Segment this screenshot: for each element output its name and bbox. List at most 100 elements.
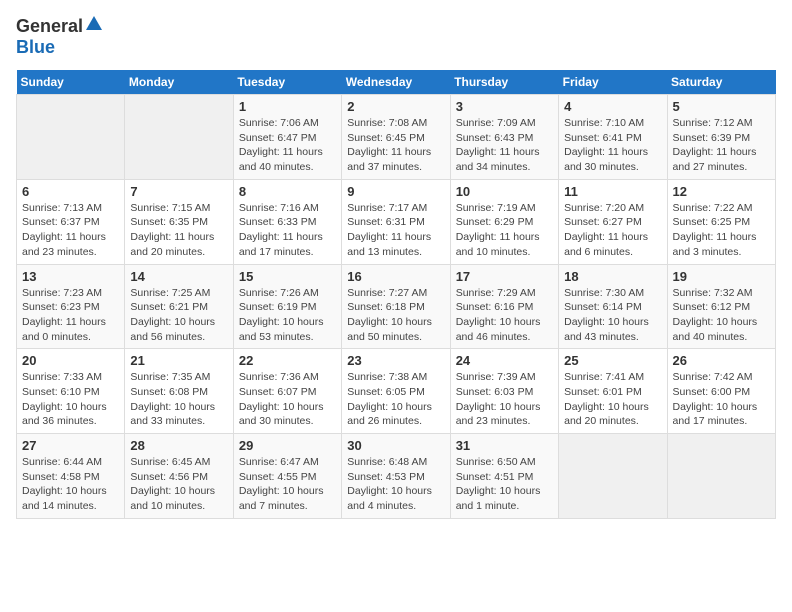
day-info: Sunrise: 7:36 AM Sunset: 6:07 PM Dayligh…	[239, 370, 336, 429]
day-info: Sunrise: 7:15 AM Sunset: 6:35 PM Dayligh…	[130, 201, 227, 260]
day-info: Sunrise: 7:13 AM Sunset: 6:37 PM Dayligh…	[22, 201, 119, 260]
day-number: 10	[456, 184, 553, 199]
day-number: 16	[347, 269, 444, 284]
day-number: 23	[347, 353, 444, 368]
day-info: Sunrise: 7:33 AM Sunset: 6:10 PM Dayligh…	[22, 370, 119, 429]
day-number: 19	[673, 269, 770, 284]
day-info: Sunrise: 7:23 AM Sunset: 6:23 PM Dayligh…	[22, 286, 119, 345]
day-number: 12	[673, 184, 770, 199]
day-number: 31	[456, 438, 553, 453]
day-number: 29	[239, 438, 336, 453]
day-number: 21	[130, 353, 227, 368]
day-info: Sunrise: 7:06 AM Sunset: 6:47 PM Dayligh…	[239, 116, 336, 175]
day-number: 9	[347, 184, 444, 199]
day-info: Sunrise: 7:32 AM Sunset: 6:12 PM Dayligh…	[673, 286, 770, 345]
day-number: 17	[456, 269, 553, 284]
day-info: Sunrise: 7:20 AM Sunset: 6:27 PM Dayligh…	[564, 201, 661, 260]
day-info: Sunrise: 7:38 AM Sunset: 6:05 PM Dayligh…	[347, 370, 444, 429]
calendar-cell: 5Sunrise: 7:12 AM Sunset: 6:39 PM Daylig…	[667, 95, 775, 180]
calendar-cell: 2 Sunrise: 7:08 AM Sunset: 6:45 PM Daylig…	[342, 95, 450, 180]
day-info: Sunrise: 7:17 AM Sunset: 6:31 PM Dayligh…	[347, 201, 444, 260]
calendar-cell: 10 Sunrise: 7:19 AM Sunset: 6:29 PM Dayli…	[450, 179, 558, 264]
calendar-cell: 22 Sunrise: 7:36 AM Sunset: 6:07 PM Dayli…	[233, 349, 341, 434]
day-info: Sunrise: 6:47 AM Sunset: 4:55 PM Dayligh…	[239, 455, 336, 514]
calendar-cell: 13 Sunrise: 7:23 AM Sunset: 6:23 PM Dayli…	[17, 264, 125, 349]
calendar-cell: 21 Sunrise: 7:35 AM Sunset: 6:08 PM Dayli…	[125, 349, 233, 434]
day-info: Sunrise: 7:35 AM Sunset: 6:08 PM Dayligh…	[130, 370, 227, 429]
calendar-cell: 28Sunrise: 6:45 AM Sunset: 4:56 PM Dayli…	[125, 434, 233, 519]
calendar-cell: 25 Sunrise: 7:41 AM Sunset: 6:01 PM Dayli…	[559, 349, 667, 434]
day-of-week-header: Thursday	[450, 70, 558, 95]
day-info: Sunrise: 7:27 AM Sunset: 6:18 PM Dayligh…	[347, 286, 444, 345]
calendar-cell: 20 Sunrise: 7:33 AM Sunset: 6:10 PM Dayli…	[17, 349, 125, 434]
logo: General Blue	[16, 16, 102, 58]
day-info: Sunrise: 7:39 AM Sunset: 6:03 PM Dayligh…	[456, 370, 553, 429]
calendar-cell: 1 Sunrise: 7:06 AM Sunset: 6:47 PM Daylig…	[233, 95, 341, 180]
calendar-cell: 12Sunrise: 7:22 AM Sunset: 6:25 PM Dayli…	[667, 179, 775, 264]
day-number: 11	[564, 184, 661, 199]
day-number: 7	[130, 184, 227, 199]
calendar-week-row: 6Sunrise: 7:13 AM Sunset: 6:37 PM Daylig…	[17, 179, 776, 264]
calendar-cell: 18 Sunrise: 7:30 AM Sunset: 6:14 PM Dayli…	[559, 264, 667, 349]
day-info: Sunrise: 7:26 AM Sunset: 6:19 PM Dayligh…	[239, 286, 336, 345]
calendar-cell	[667, 434, 775, 519]
day-info: Sunrise: 6:50 AM Sunset: 4:51 PM Dayligh…	[456, 455, 553, 514]
day-info: Sunrise: 7:25 AM Sunset: 6:21 PM Dayligh…	[130, 286, 227, 345]
day-of-week-header: Saturday	[667, 70, 775, 95]
day-of-week-header: Tuesday	[233, 70, 341, 95]
calendar-cell: 24 Sunrise: 7:39 AM Sunset: 6:03 PM Dayli…	[450, 349, 558, 434]
day-info: Sunrise: 7:12 AM Sunset: 6:39 PM Dayligh…	[673, 116, 770, 175]
calendar-cell: 17 Sunrise: 7:29 AM Sunset: 6:16 PM Dayli…	[450, 264, 558, 349]
calendar-cell: 29 Sunrise: 6:47 AM Sunset: 4:55 PM Dayli…	[233, 434, 341, 519]
day-number: 8	[239, 184, 336, 199]
day-info: Sunrise: 7:10 AM Sunset: 6:41 PM Dayligh…	[564, 116, 661, 175]
calendar-cell	[17, 95, 125, 180]
day-number: 27	[22, 438, 119, 453]
day-info: Sunrise: 7:08 AM Sunset: 6:45 PM Dayligh…	[347, 116, 444, 175]
day-info: Sunrise: 6:44 AM Sunset: 4:58 PM Dayligh…	[22, 455, 119, 514]
day-of-week-header: Friday	[559, 70, 667, 95]
day-number: 22	[239, 353, 336, 368]
day-number: 28	[130, 438, 227, 453]
day-info: Sunrise: 7:41 AM Sunset: 6:01 PM Dayligh…	[564, 370, 661, 429]
calendar-cell	[125, 95, 233, 180]
calendar-cell: 30Sunrise: 6:48 AM Sunset: 4:53 PM Dayli…	[342, 434, 450, 519]
day-number: 26	[673, 353, 770, 368]
day-number: 4	[564, 99, 661, 114]
calendar-cell: 4 Sunrise: 7:10 AM Sunset: 6:41 PM Daylig…	[559, 95, 667, 180]
calendar-cell: 23 Sunrise: 7:38 AM Sunset: 6:05 PM Dayli…	[342, 349, 450, 434]
day-number: 2	[347, 99, 444, 114]
calendar-cell: 16 Sunrise: 7:27 AM Sunset: 6:18 PM Dayli…	[342, 264, 450, 349]
day-number: 13	[22, 269, 119, 284]
day-number: 3	[456, 99, 553, 114]
day-number: 20	[22, 353, 119, 368]
calendar-cell: 14Sunrise: 7:25 AM Sunset: 6:21 PM Dayli…	[125, 264, 233, 349]
calendar-cell: 31 Sunrise: 6:50 AM Sunset: 4:51 PM Dayli…	[450, 434, 558, 519]
day-of-week-header: Wednesday	[342, 70, 450, 95]
calendar-cell: 15 Sunrise: 7:26 AM Sunset: 6:19 PM Dayli…	[233, 264, 341, 349]
day-number: 30	[347, 438, 444, 453]
calendar-week-row: 20 Sunrise: 7:33 AM Sunset: 6:10 PM Dayli…	[17, 349, 776, 434]
logo-arrow	[86, 16, 102, 35]
day-info: Sunrise: 7:19 AM Sunset: 6:29 PM Dayligh…	[456, 201, 553, 260]
page-header: General Blue	[16, 16, 776, 58]
calendar-cell: 26 Sunrise: 7:42 AM Sunset: 6:00 PM Dayli…	[667, 349, 775, 434]
day-number: 24	[456, 353, 553, 368]
calendar-week-row: 27 Sunrise: 6:44 AM Sunset: 4:58 PM Dayli…	[17, 434, 776, 519]
calendar-week-row: 1 Sunrise: 7:06 AM Sunset: 6:47 PM Daylig…	[17, 95, 776, 180]
day-info: Sunrise: 7:30 AM Sunset: 6:14 PM Dayligh…	[564, 286, 661, 345]
day-info: Sunrise: 7:42 AM Sunset: 6:00 PM Dayligh…	[673, 370, 770, 429]
calendar-cell: 6Sunrise: 7:13 AM Sunset: 6:37 PM Daylig…	[17, 179, 125, 264]
day-number: 25	[564, 353, 661, 368]
day-number: 15	[239, 269, 336, 284]
day-info: Sunrise: 7:29 AM Sunset: 6:16 PM Dayligh…	[456, 286, 553, 345]
day-of-week-header: Sunday	[17, 70, 125, 95]
day-number: 18	[564, 269, 661, 284]
day-number: 1	[239, 99, 336, 114]
calendar-cell: 8Sunrise: 7:16 AM Sunset: 6:33 PM Daylig…	[233, 179, 341, 264]
calendar-cell: 9 Sunrise: 7:17 AM Sunset: 6:31 PM Daylig…	[342, 179, 450, 264]
calendar-cell: 3Sunrise: 7:09 AM Sunset: 6:43 PM Daylig…	[450, 95, 558, 180]
calendar-table: SundayMondayTuesdayWednesdayThursdayFrid…	[16, 70, 776, 519]
calendar-cell: 7 Sunrise: 7:15 AM Sunset: 6:35 PM Daylig…	[125, 179, 233, 264]
logo-general: General	[16, 16, 83, 37]
